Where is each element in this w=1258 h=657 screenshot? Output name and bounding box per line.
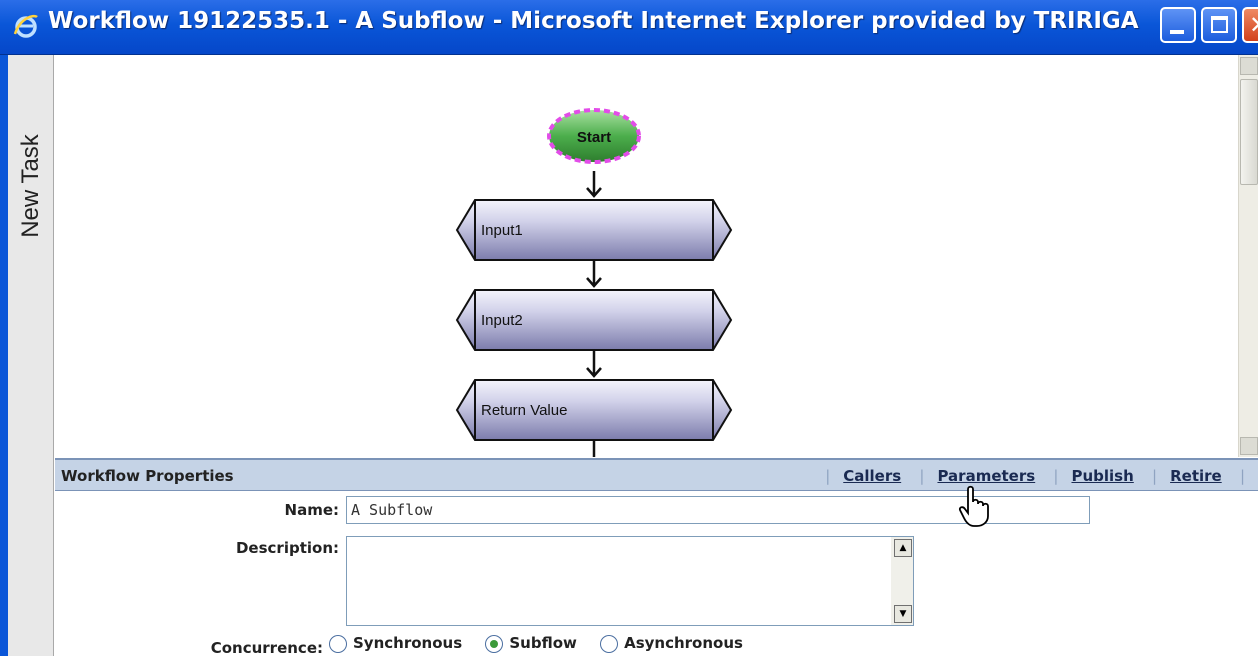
minimize-icon [1170, 30, 1184, 34]
subflow-radio[interactable] [485, 634, 504, 653]
description-field[interactable]: ▲ ▼ [346, 536, 914, 626]
synchronous-label: Synchronous [353, 634, 463, 652]
description-label: Description: [235, 539, 339, 557]
workflow-diagram: Start Input1 Input2 Return Value [455, 108, 733, 457]
new-task-label: New Task [17, 134, 44, 238]
task-label: Return Value [481, 402, 567, 419]
workflow-properties-header: Workflow Properties | Callers | Parameters… [55, 458, 1258, 491]
description-scrollbar[interactable]: ▲ ▼ [891, 537, 913, 625]
synchronous-radio[interactable] [329, 634, 347, 653]
maximize-button[interactable] [1201, 7, 1237, 43]
task-label: Input2 [481, 312, 523, 329]
task-node-input1[interactable]: Input1 [455, 199, 733, 261]
window-titlebar: Workflow 19122535.1 - A Subflow - Micros… [0, 0, 1258, 55]
minimize-button[interactable] [1160, 7, 1196, 43]
close-icon: ✕ [1249, 11, 1258, 39]
window-border-left [0, 55, 8, 656]
canvas-scrollbar[interactable] [1238, 55, 1258, 457]
task-node-input2[interactable]: Input2 [455, 289, 733, 351]
asynchronous-label: Asynchronous [624, 634, 743, 652]
concurrence-radio-group: Synchronous Subflow Asynchronous [329, 634, 761, 653]
workflow-properties-title: Workflow Properties [61, 467, 234, 485]
task-node-return-value[interactable]: Return Value [455, 379, 733, 441]
workflow-properties-form: Name: A Subflow Description: ▲ ▼ Concurr… [55, 491, 1258, 657]
maximize-icon [1211, 16, 1228, 33]
subflow-label: Subflow [509, 634, 577, 652]
publish-link[interactable]: Publish [1071, 467, 1133, 485]
concurrence-label: Concurrence: [210, 639, 323, 657]
scroll-up-icon[interactable]: ▲ [894, 539, 912, 557]
scroll-down-button[interactable] [1240, 437, 1258, 455]
start-label: Start [577, 129, 611, 146]
name-label: Name: [284, 501, 339, 519]
workflow-canvas[interactable]: Start Input1 Input2 Return Value [55, 55, 1238, 457]
window-title: Workflow 19122535.1 - A Subflow - Micros… [48, 8, 1139, 34]
parameters-link[interactable]: Parameters [937, 467, 1035, 485]
asynchronous-radio[interactable] [600, 634, 619, 653]
properties-links: | Callers | Parameters | Publish | Retire | [825, 467, 1245, 485]
scroll-down-icon[interactable]: ▼ [894, 605, 912, 623]
internet-explorer-icon [13, 14, 38, 38]
new-task-tab[interactable]: New Task [8, 55, 54, 656]
callers-link[interactable]: Callers [843, 467, 901, 485]
start-node[interactable]: Start [547, 108, 641, 164]
close-button[interactable]: ✕ [1242, 7, 1258, 43]
scroll-up-button[interactable] [1240, 57, 1258, 75]
retire-link[interactable]: Retire [1170, 467, 1222, 485]
task-label: Input1 [481, 222, 523, 239]
scroll-thumb[interactable] [1240, 79, 1258, 185]
hand-pointer-icon [958, 485, 989, 527]
